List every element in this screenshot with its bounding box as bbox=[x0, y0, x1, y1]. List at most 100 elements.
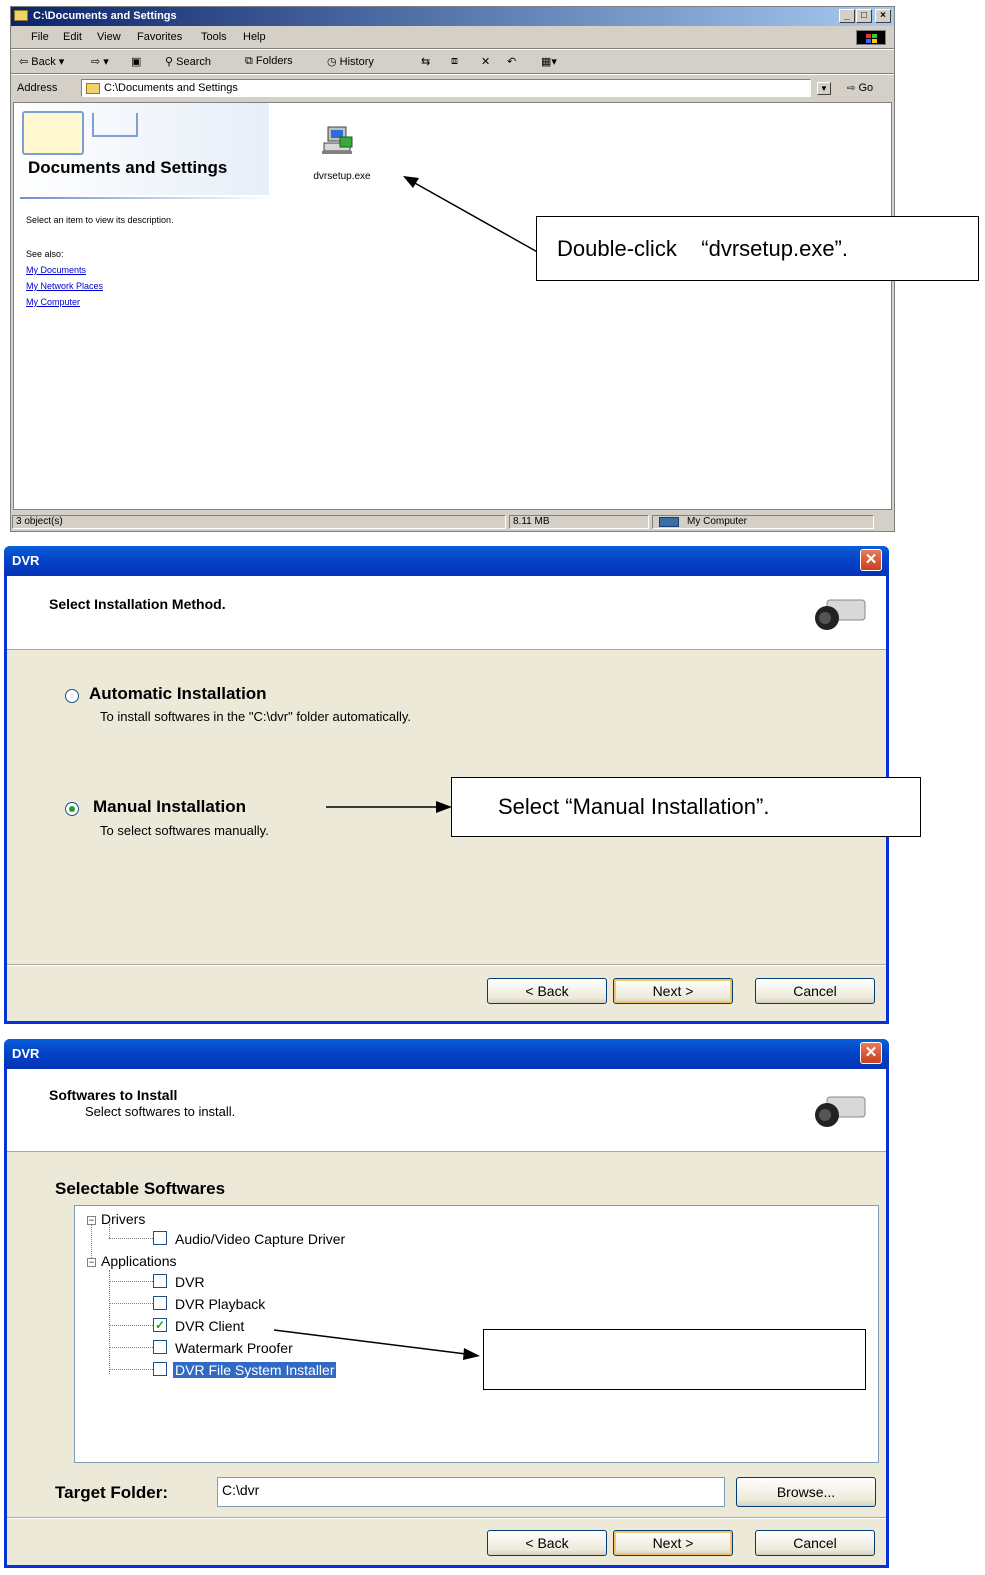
menu-tools[interactable]: Tools bbox=[201, 31, 227, 43]
forward-button[interactable]: ⇨ ▾ bbox=[91, 55, 109, 68]
selectable-softwares-label: Selectable Softwares bbox=[55, 1179, 226, 1198]
radio-selected-dot bbox=[69, 806, 75, 812]
views-icon[interactable]: ▦▾ bbox=[541, 55, 557, 68]
link-my-computer[interactable]: My Computer bbox=[26, 297, 80, 307]
tree-node-drivers[interactable]: Drivers bbox=[101, 1211, 145, 1227]
checkbox-dvr-file-system-installer[interactable] bbox=[153, 1362, 167, 1376]
status-location: My Computer bbox=[687, 516, 748, 527]
next-button[interactable]: Next > bbox=[613, 978, 733, 1004]
menu-favorites[interactable]: Favorites bbox=[137, 31, 182, 43]
camera-icon bbox=[815, 1096, 866, 1127]
option-manual-desc: To select softwares manually. bbox=[100, 823, 269, 838]
tree-item-dvr-file-system-installer[interactable]: DVR File System Installer bbox=[173, 1362, 337, 1378]
address-value: C:\Documents and Settings bbox=[104, 82, 238, 94]
radio-automatic-installation[interactable] bbox=[65, 689, 79, 703]
copy-to-icon[interactable]: ⧈ bbox=[451, 55, 458, 68]
checkbox-dvr[interactable] bbox=[153, 1274, 167, 1288]
checkbox-audio-video-capture-driver[interactable] bbox=[153, 1231, 167, 1245]
search-icon: ⚲ bbox=[165, 56, 174, 68]
tree-node-applications[interactable]: Applications bbox=[101, 1253, 177, 1269]
status-zone: My Computer bbox=[652, 515, 874, 529]
target-folder-label: Target Folder: bbox=[55, 1483, 169, 1502]
dialog-header: Softwares to Install Select softwares to… bbox=[7, 1069, 886, 1152]
option-automatic-desc: To install softwares in the "C:\dvr" fol… bbox=[100, 709, 412, 724]
move-to-icon[interactable]: ⇆ bbox=[421, 55, 430, 68]
folders-label: Folders bbox=[255, 55, 293, 67]
up-folder-icon[interactable]: ▣ bbox=[131, 55, 141, 68]
menu-help[interactable]: Help bbox=[243, 31, 266, 43]
see-also-label: See also: bbox=[26, 249, 64, 259]
menu-file[interactable]: File bbox=[31, 31, 49, 43]
next-button[interactable]: Next > bbox=[613, 1530, 733, 1556]
folder-view: Documents and Settings Select an item to… bbox=[13, 102, 892, 510]
dialog-heading: Softwares to Install bbox=[49, 1087, 178, 1103]
toolbar: ⇦ Back ▾ ⇨ ▾ ▣ ⚲ Search ⧉ Folders ◷ Hist… bbox=[11, 50, 894, 72]
dialog-heading: Select Installation Method. bbox=[49, 596, 226, 612]
collapse-drivers-icon[interactable]: − bbox=[87, 1216, 96, 1225]
history-button[interactable]: ◷ History bbox=[327, 55, 374, 68]
checkbox-dvr-client[interactable]: ✓ bbox=[153, 1318, 167, 1332]
large-folder-icon bbox=[22, 111, 84, 155]
status-size: 8.11 MB bbox=[509, 515, 649, 529]
search-button[interactable]: ⚲ Search bbox=[165, 55, 211, 68]
link-my-documents[interactable]: My Documents bbox=[26, 265, 86, 275]
file-item-dvrsetup[interactable]: dvrsetup.exe bbox=[282, 113, 402, 203]
target-folder-input[interactable]: C:\dvr bbox=[217, 1477, 725, 1507]
folders-button[interactable]: ⧉ Folders bbox=[245, 55, 293, 68]
close-button[interactable]: ✕ bbox=[860, 1042, 882, 1064]
browse-button[interactable]: Browse... bbox=[736, 1477, 876, 1507]
history-icon: ◷ bbox=[327, 56, 337, 68]
delete-icon[interactable]: ✕ bbox=[481, 55, 490, 68]
undo-icon[interactable]: ↶ bbox=[507, 55, 516, 68]
folder-icon bbox=[14, 10, 28, 21]
back-button[interactable]: < Back bbox=[487, 1530, 607, 1556]
tree-item-dvr-playback[interactable]: DVR Playback bbox=[175, 1296, 265, 1312]
dialog-softwares-to-install: DVR ✕ Softwares to Install Select softwa… bbox=[4, 1039, 889, 1568]
checkbox-watermark-proofer[interactable] bbox=[153, 1340, 167, 1354]
tree-item-dvr-client[interactable]: DVR Client bbox=[175, 1318, 244, 1334]
address-dropdown[interactable]: ▼ bbox=[817, 82, 831, 95]
go-button[interactable]: ⇨ Go bbox=[847, 82, 873, 94]
link-my-network-places[interactable]: My Network Places bbox=[26, 281, 103, 291]
address-bar: Address C:\Documents and Settings ▼ ⇨ Go bbox=[11, 76, 894, 100]
dialog-title-bar: DVR ✕ bbox=[4, 1039, 889, 1069]
minimize-button[interactable]: _ bbox=[839, 9, 855, 23]
cancel-button[interactable]: Cancel bbox=[755, 978, 875, 1004]
tree-item-audio-video-capture-driver[interactable]: Audio/Video Capture Driver bbox=[175, 1231, 345, 1247]
callout-arrow bbox=[403, 176, 542, 255]
tree-item-dvr[interactable]: DVR bbox=[175, 1274, 205, 1290]
menu-bar: File Edit View Favorites Tools Help bbox=[11, 28, 894, 47]
back-arrow-icon: ⇦ bbox=[19, 56, 29, 68]
checkmark-icon: ✓ bbox=[154, 1318, 166, 1332]
callout-arrow bbox=[326, 801, 452, 813]
option-automatic-title: Automatic Installation bbox=[89, 684, 267, 703]
back-label: Back bbox=[31, 56, 56, 68]
button-separator bbox=[7, 1517, 886, 1519]
callout-double-click: Double-click “dvrsetup.exe”. bbox=[536, 216, 979, 281]
back-button[interactable]: ⇦ Back ▾ bbox=[19, 55, 64, 68]
collapse-applications-icon[interactable]: − bbox=[87, 1258, 96, 1267]
dialog-header: Select Installation Method. bbox=[7, 576, 886, 650]
status-object-count: 3 object(s) bbox=[12, 515, 506, 529]
close-button[interactable]: ✕ bbox=[860, 549, 882, 571]
dialog-title: DVR bbox=[12, 553, 40, 568]
cancel-button[interactable]: Cancel bbox=[755, 1530, 875, 1556]
explorer-title-bar: C:\Documents and Settings _ □ × bbox=[11, 7, 894, 26]
close-button[interactable]: × bbox=[875, 9, 891, 23]
folders-icon: ⧉ bbox=[245, 55, 253, 67]
menu-edit[interactable]: Edit bbox=[63, 31, 82, 43]
back-button[interactable]: < Back bbox=[487, 978, 607, 1004]
checkbox-dvr-playback[interactable] bbox=[153, 1296, 167, 1310]
windows-logo-icon bbox=[856, 30, 886, 45]
dialog-title-bar: DVR ✕ bbox=[4, 546, 889, 576]
toolbar-separator bbox=[11, 73, 894, 75]
go-label: Go bbox=[858, 82, 874, 94]
status-bar: 3 object(s) 8.11 MB My Computer bbox=[11, 513, 894, 531]
maximize-button[interactable]: □ bbox=[856, 9, 872, 23]
radio-manual-installation[interactable] bbox=[65, 802, 79, 816]
file-name: dvrsetup.exe bbox=[313, 171, 371, 182]
address-input[interactable]: C:\Documents and Settings bbox=[81, 79, 811, 97]
folder-outline-icon bbox=[92, 113, 138, 137]
menu-view[interactable]: View bbox=[97, 31, 121, 43]
option-manual-title: Manual Installation bbox=[93, 797, 247, 816]
